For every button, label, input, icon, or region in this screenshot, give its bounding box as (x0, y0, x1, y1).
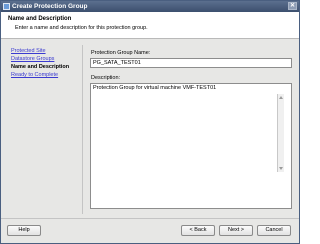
group-name-input[interactable] (90, 58, 292, 68)
nav-step-ready-to-complete[interactable]: Ready to Complete (11, 71, 69, 79)
next-button[interactable]: Next > (219, 225, 253, 236)
wizard-content: Protected Site Datastore Groups Name and… (1, 39, 299, 218)
wizard-steps-nav: Protected Site Datastore Groups Name and… (11, 47, 69, 79)
description-label: Description: (91, 75, 121, 81)
nav-step-datastore-groups[interactable]: Datastore Groups (11, 55, 69, 63)
nav-step-name-and-description: Name and Description (11, 64, 70, 70)
scroll-down-icon[interactable] (279, 167, 283, 170)
description-scrollbar[interactable] (277, 94, 284, 172)
close-icon[interactable]: ✕ (288, 2, 297, 10)
window-title: Create Protection Group (12, 3, 88, 10)
title-bar[interactable]: Create Protection Group ✕ (1, 1, 299, 12)
help-button[interactable]: Help (7, 225, 41, 236)
app-icon (3, 3, 10, 10)
wizard-header: Name and Description Enter a name and de… (1, 12, 299, 39)
cancel-button[interactable]: Cancel (257, 225, 291, 236)
group-name-label: Protection Group Name: (91, 50, 151, 56)
wizard-footer: Help < Back Next > Cancel (1, 218, 299, 243)
back-button[interactable]: < Back (181, 225, 215, 236)
nav-divider (82, 45, 83, 214)
create-protection-group-dialog: Create Protection Group ✕ Name and Descr… (0, 0, 300, 244)
description-textarea[interactable]: Protection Group for virtual machine VMF… (90, 83, 292, 209)
nav-step-protected-site[interactable]: Protected Site (11, 47, 69, 55)
step-title: Name and Description (8, 16, 72, 22)
scroll-up-icon[interactable] (279, 96, 283, 99)
step-subtitle: Enter a name and description for this pr… (15, 25, 148, 31)
